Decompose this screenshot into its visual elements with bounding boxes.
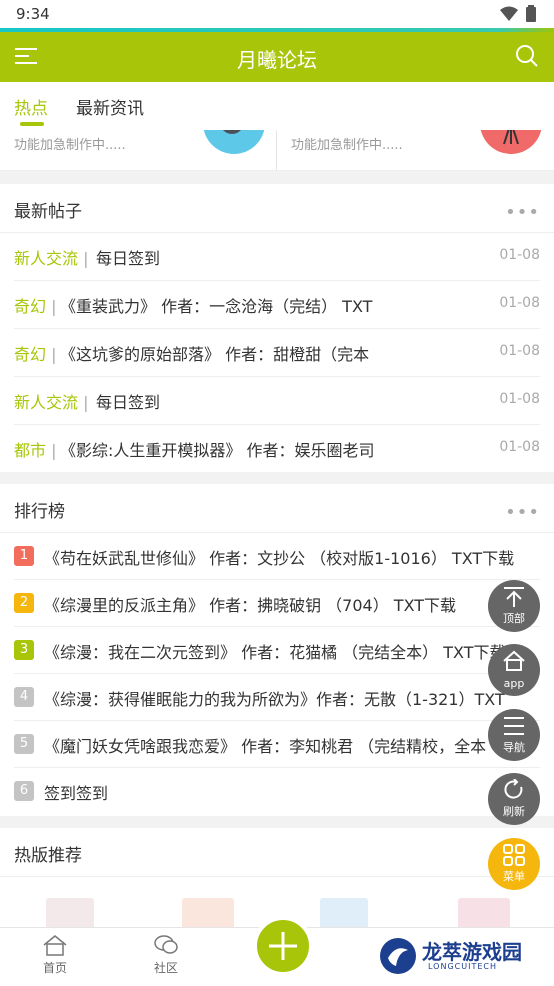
add-post-button[interactable] <box>253 916 313 976</box>
rank-title: 《苟在妖武乱世修仙》 作者：文抄公 （校对版1-1016） TXT下载 <box>44 549 515 568</box>
home-icon <box>43 935 67 956</box>
ranking-card: 排行榜 ••• 1 《苟在妖武乱世修仙》 作者：文抄公 （校对版1-1016） … <box>0 484 554 816</box>
tab-bar: 热点 最新资讯 <box>0 82 554 130</box>
list-item[interactable]: 新人交流 | 每日签到 01-08 <box>14 233 540 281</box>
fab-menu-label: 菜单 <box>503 870 525 883</box>
list-item[interactable]: 1 《苟在妖武乱世修仙》 作者：文抄公 （校对版1-1016） TXT下载 <box>14 533 540 580</box>
home-icon <box>503 650 525 671</box>
watermark-logo: 龙萃游戏园 LONGCUITECH <box>378 934 548 978</box>
rank-badge: 2 <box>14 593 34 613</box>
feature-icon-left[interactable] <box>203 130 265 154</box>
grid-icon <box>503 844 525 866</box>
post-date: 01-08 <box>499 439 540 455</box>
arrow-up-icon <box>504 587 524 607</box>
post-category: 奇幻 | <box>14 345 57 364</box>
post-date: 01-08 <box>499 343 540 359</box>
tripod-icon <box>503 130 519 145</box>
rank-badge: 1 <box>14 546 34 566</box>
search-icon[interactable] <box>514 43 540 69</box>
app-bar: 月曦论坛 <box>0 32 554 82</box>
rank-title: 《综漫：我在二次元签到》 作者：花猫橘 （完结全本） TXT下载 <box>44 643 506 662</box>
post-category: 奇幻 | <box>14 297 57 316</box>
fab-refresh[interactable]: 刷新 <box>488 773 540 825</box>
wifi-icon <box>500 6 518 21</box>
fab-app[interactable]: app <box>488 644 540 696</box>
divider <box>276 130 277 170</box>
post-category: 新人交流 | <box>14 249 89 268</box>
bottom-nav: 首页 社区 龙萃游戏园 LONGCUITECH <box>0 916 554 986</box>
feature-icon-right[interactable] <box>480 130 542 154</box>
rank-title: 《综漫里的反派主角》 作者：拂晓破钥 （704） TXT下载 <box>44 596 457 615</box>
fab-top-label: 顶部 <box>503 612 525 625</box>
chat-icon <box>154 935 178 954</box>
post-title: 每日签到 <box>96 393 161 412</box>
rank-badge: 4 <box>14 687 34 707</box>
latest-posts-title: 最新帖子 <box>14 202 82 222</box>
hot-section-header: 热版推荐 <box>0 828 554 877</box>
nav-community-label: 社区 <box>153 961 178 975</box>
status-time: 9:34 <box>16 5 50 23</box>
menu-icon <box>504 717 524 735</box>
more-icon[interactable]: ••• <box>505 202 540 223</box>
app-title: 月曦论坛 <box>237 48 317 72</box>
status-bar: 9:34 <box>0 0 554 28</box>
nav-community[interactable]: 社区 <box>136 934 196 976</box>
post-title: 《重装武力》 作者：一念沧海（完结） TXT <box>60 297 373 316</box>
post-date: 01-08 <box>499 391 540 407</box>
nav-home-label: 首页 <box>42 961 67 975</box>
list-item[interactable]: 5 《魔门妖女凭啥跟我恋爱》 作者：李知桃君 （完结精校，全本 <box>14 721 540 768</box>
list-item[interactable]: 奇幻 | 《重装武力》 作者：一念沧海（完结） TXT 01-08 <box>14 281 540 329</box>
tab-indicator <box>20 122 44 126</box>
feature-text-left: 功能加急制作中..... <box>14 138 126 153</box>
fab-menu[interactable]: 菜单 <box>488 838 540 890</box>
feature-text-right: 功能加急制作中..... <box>291 138 403 153</box>
post-title: 《影综:人生重开模拟器》 作者：娱乐圈老司 <box>60 441 375 460</box>
ranking-list: 1 《苟在妖武乱世修仙》 作者：文抄公 （校对版1-1016） TXT下载 2 … <box>0 533 554 814</box>
latest-posts-header: 最新帖子 ••• <box>0 184 554 233</box>
logo-icon <box>380 938 416 974</box>
watermark-text: 龙萃游戏园 <box>422 940 522 964</box>
nav-home[interactable]: 首页 <box>25 934 85 976</box>
rank-title: 签到签到 <box>44 784 109 803</box>
rank-badge: 6 <box>14 781 34 801</box>
rank-badge: 5 <box>14 734 34 754</box>
fab-refresh-label: 刷新 <box>503 805 525 818</box>
latest-posts-list: 新人交流 | 每日签到 01-08 奇幻 | 《重装武力》 作者：一念沧海（完结… <box>0 233 554 472</box>
more-icon[interactable]: ••• <box>505 502 540 523</box>
status-icons <box>500 5 536 22</box>
post-category: 新人交流 | <box>14 393 89 412</box>
watermark-subtext: LONGCUITECH <box>428 962 497 971</box>
battery-icon <box>526 5 536 22</box>
list-item[interactable]: 4 《综漫：获得催眠能力的我为所欲为》作者：无散（1-321）TXT <box>14 674 540 721</box>
ranking-title: 排行榜 <box>14 502 65 522</box>
fab-app-label: app <box>503 677 525 690</box>
fab-nav-label: 导航 <box>503 741 525 754</box>
fab-top[interactable]: 顶部 <box>488 580 540 632</box>
post-title: 《这坑爹的原始部落》 作者：甜橙甜（完本 <box>60 345 370 364</box>
rank-title: 《综漫：获得催眠能力的我为所欲为》作者：无散（1-321）TXT <box>44 690 505 709</box>
list-item[interactable]: 3 《综漫：我在二次元签到》 作者：花猫橘 （完结全本） TXT下载 <box>14 627 540 674</box>
plus-icon <box>269 932 297 960</box>
tab-latest-news[interactable]: 最新资讯 <box>76 94 144 119</box>
post-title: 每日签到 <box>96 249 161 268</box>
hot-section-title: 热版推荐 <box>14 846 82 866</box>
feature-strip: 功能加急制作中..... 功能加急制作中..... <box>0 130 554 171</box>
latest-posts-card: 最新帖子 ••• 新人交流 | 每日签到 01-08 奇幻 | 《重装武力》 作… <box>0 184 554 472</box>
rank-title: 《魔门妖女凭啥跟我恋爱》 作者：李知桃君 （完结精校，全本 <box>44 737 487 756</box>
list-item[interactable]: 6 签到签到 <box>14 768 540 814</box>
post-date: 01-08 <box>499 247 540 263</box>
ranking-header: 排行榜 ••• <box>0 484 554 533</box>
fab-nav[interactable]: 导航 <box>488 709 540 761</box>
list-item[interactable]: 2 《综漫里的反派主角》 作者：拂晓破钥 （704） TXT下载 <box>14 580 540 627</box>
list-item[interactable]: 奇幻 | 《这坑爹的原始部落》 作者：甜橙甜（完本 01-08 <box>14 329 540 377</box>
refresh-icon <box>504 779 523 799</box>
list-item[interactable]: 新人交流 | 每日签到 01-08 <box>14 377 540 425</box>
rank-badge: 3 <box>14 640 34 660</box>
tab-hot[interactable]: 热点 <box>14 94 48 119</box>
post-date: 01-08 <box>499 295 540 311</box>
list-item[interactable]: 都市 | 《影综:人生重开模拟器》 作者：娱乐圈老司 01-08 <box>14 425 540 472</box>
post-category: 都市 | <box>14 441 57 460</box>
